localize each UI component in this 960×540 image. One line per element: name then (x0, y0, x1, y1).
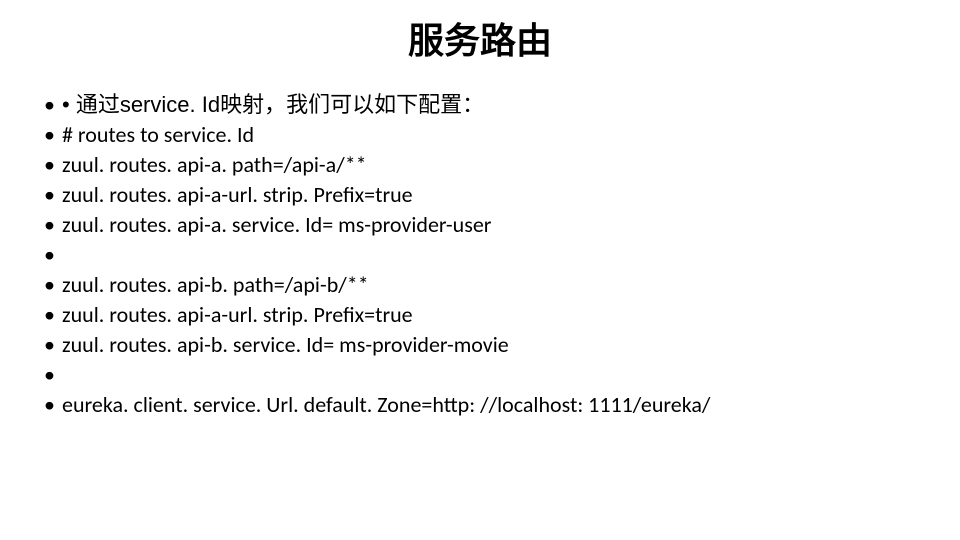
list-item (38, 240, 922, 270)
list-item-text: # routes to service. Id (62, 121, 254, 148)
list-item: zuul. routes. api-b. path=/api-b/** (38, 270, 922, 300)
slide: 服务路由 • 通过service. Id映射，我们可以如下配置： # route… (0, 0, 960, 540)
list-item: eureka. client. service. Url. default. Z… (38, 390, 922, 420)
list-item: zuul. routes. api-a. path=/api-a/** (38, 150, 922, 180)
list-item-text: eureka. client. service. Url. default. Z… (62, 391, 710, 418)
list-item (38, 360, 922, 390)
bullet-list: • 通过service. Id映射，我们可以如下配置： # routes to … (38, 90, 922, 420)
list-item: zuul. routes. api-a-url. strip. Prefix=t… (38, 180, 922, 210)
list-item-text: zuul. routes. api-a-url. strip. Prefix=t… (62, 301, 413, 328)
list-item: # routes to service. Id (38, 120, 922, 150)
list-item-text: zuul. routes. api-a-url. strip. Prefix=t… (62, 181, 413, 208)
list-item: zuul. routes. api-a-url. strip. Prefix=t… (38, 300, 922, 330)
list-item-text: zuul. routes. api-a. path=/api-a/** (62, 151, 367, 178)
list-item: • 通过service. Id映射，我们可以如下配置： (38, 90, 922, 120)
slide-body: • 通过service. Id映射，我们可以如下配置： # routes to … (38, 90, 922, 420)
list-item-text: zuul. routes. api-b. path=/api-b/** (62, 271, 369, 298)
list-item: zuul. routes. api-a. service. Id= ms-pro… (38, 210, 922, 240)
list-item-text: zuul. routes. api-a. service. Id= ms-pro… (62, 211, 491, 238)
slide-title: 服务路由 (0, 12, 960, 64)
list-item-text: • 通过service. Id映射，我们可以如下配置： (62, 92, 484, 117)
list-item: zuul. routes. api-b. service. Id= ms-pro… (38, 330, 922, 360)
list-item-text: zuul. routes. api-b. service. Id= ms-pro… (62, 331, 509, 358)
